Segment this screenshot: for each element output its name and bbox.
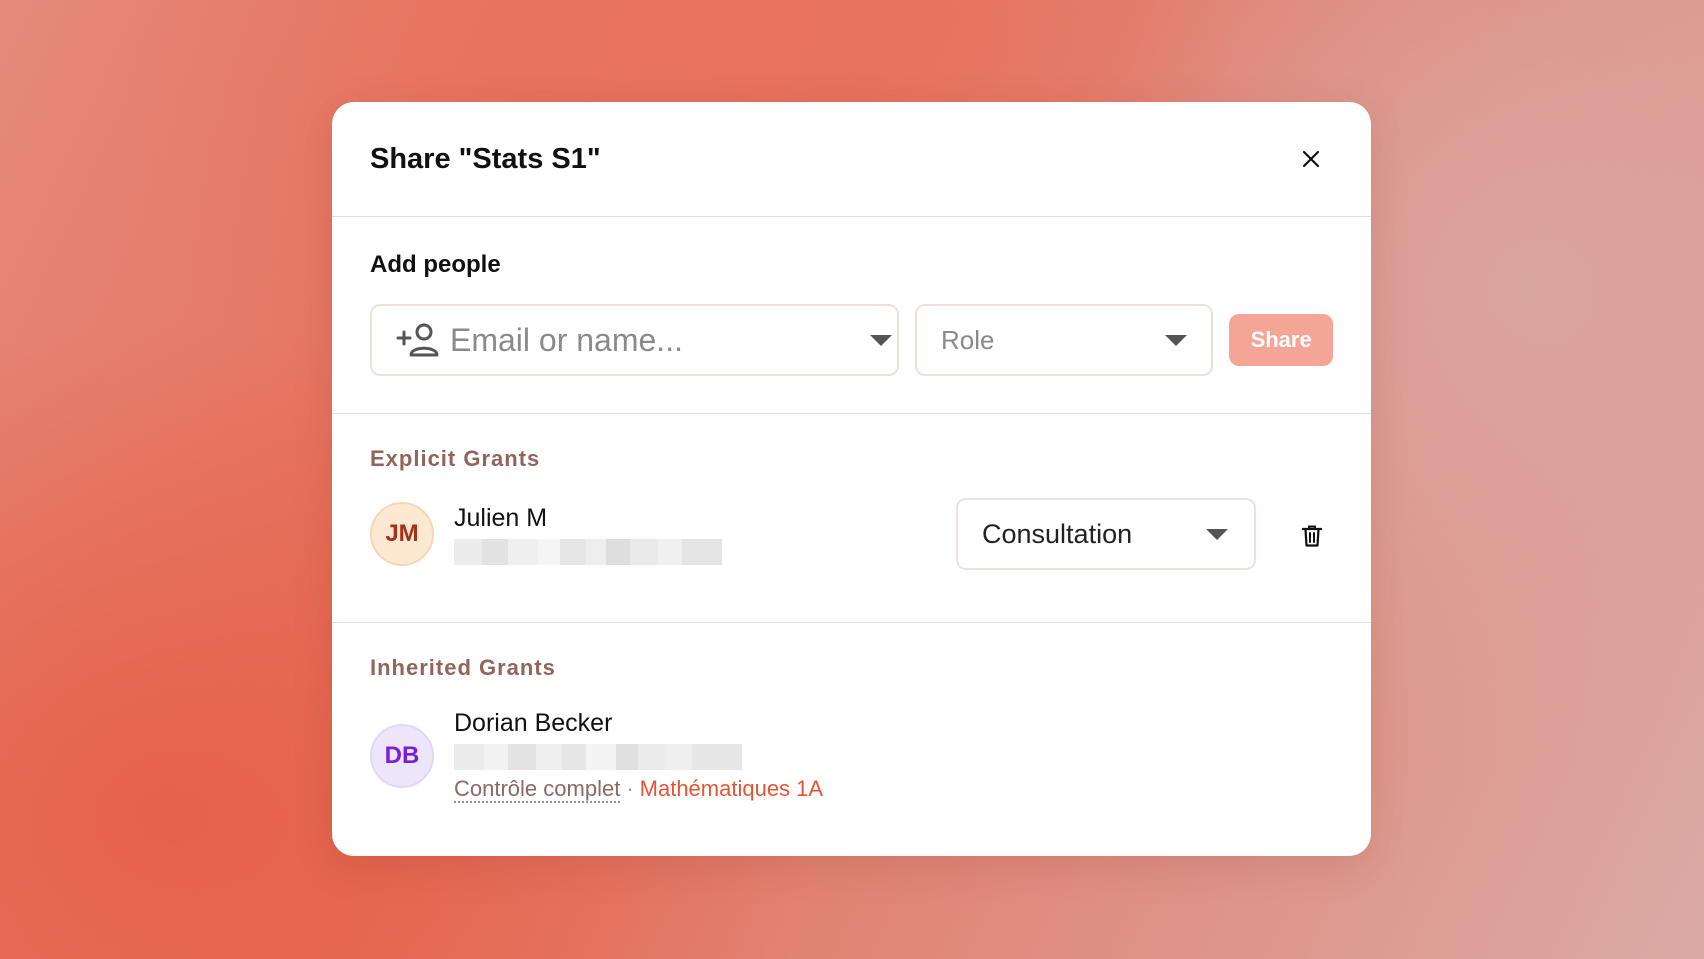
chevron-down-icon[interactable] bbox=[870, 334, 892, 346]
inherited-grants-section: Inherited Grants DB Dorian Becker Contrô… bbox=[332, 623, 1371, 803]
dialog-title: Share "Stats S1" bbox=[370, 142, 601, 175]
user-info: Dorian Becker Contrôle complet · Mathémati… bbox=[454, 709, 823, 803]
inherited-source-link[interactable]: Mathématiques 1A bbox=[640, 776, 823, 801]
inherited-grants-heading: Inherited Grants bbox=[370, 655, 556, 680]
add-person-icon bbox=[396, 321, 442, 359]
remove-grant-button[interactable] bbox=[1298, 522, 1326, 550]
separator-dot: · bbox=[626, 776, 634, 801]
avatar: JM bbox=[370, 502, 434, 566]
email-or-name-combobox[interactable] bbox=[370, 304, 899, 376]
inherited-role-label: Contrôle complet bbox=[454, 776, 621, 803]
share-dialog: Share "Stats S1" Add people Email or nam… bbox=[332, 102, 1371, 856]
add-people-row: Role Share bbox=[370, 304, 1333, 376]
redacted-email bbox=[454, 538, 722, 565]
role-select[interactable]: Role bbox=[915, 304, 1214, 376]
user-name: Julien M bbox=[454, 503, 548, 532]
share-button[interactable]: Share bbox=[1229, 314, 1333, 366]
grant-role-select[interactable]: Consultation bbox=[956, 498, 1256, 570]
grant-meta: Contrôle complet · Mathématiques 1A bbox=[454, 776, 823, 803]
explicit-grants-section: Explicit Grants JM Julien M Consultation bbox=[332, 414, 1371, 623]
grant-role-value: Consultation bbox=[982, 518, 1133, 549]
add-people-section: Add people Role Share bbox=[332, 217, 1371, 414]
role-select-placeholder: Role bbox=[941, 324, 995, 355]
close-icon bbox=[1302, 150, 1320, 168]
close-button[interactable] bbox=[1291, 139, 1331, 179]
grant-row: JM Julien M Consultation bbox=[370, 498, 1333, 570]
chevron-down-icon bbox=[1165, 334, 1188, 346]
trash-icon bbox=[1302, 525, 1322, 547]
add-people-label: Add people bbox=[370, 251, 501, 278]
redacted-email bbox=[454, 744, 823, 770]
user-info: Julien M bbox=[454, 504, 722, 565]
chevron-down-icon bbox=[1206, 528, 1228, 540]
user-name: Dorian Becker bbox=[454, 709, 613, 737]
dialog-header: Share "Stats S1" bbox=[332, 102, 1371, 217]
explicit-grants-heading: Explicit Grants bbox=[370, 446, 541, 471]
grant-row: DB Dorian Becker Contrôle complet·Math bbox=[370, 709, 1333, 803]
email-or-name-input[interactable] bbox=[450, 321, 870, 359]
avatar: DB bbox=[370, 723, 434, 788]
